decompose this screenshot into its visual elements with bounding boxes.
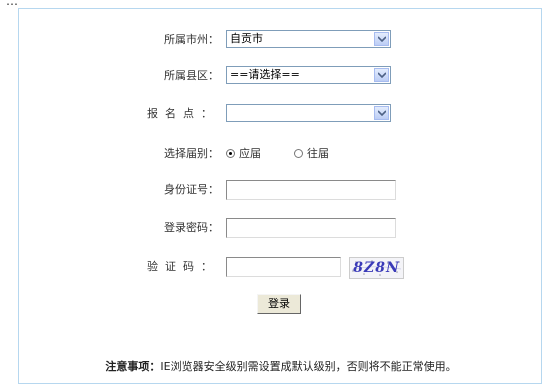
chevron-down-icon[interactable] xyxy=(374,68,389,82)
notice-label: 注意事项： xyxy=(105,360,161,373)
county-row: 所属县区： ==请选择== xyxy=(19,64,543,88)
radio-checked-icon[interactable] xyxy=(226,149,235,158)
password-row: 登录密码： xyxy=(19,216,543,240)
captcha-row: 验证码： 8Z8N xyxy=(19,255,543,279)
login-panel: 所属市州： 自贡市 所属县区： ==请选择== 报名点： 选择届别： 应届 往届… xyxy=(18,8,542,384)
chevron-down-icon[interactable] xyxy=(374,106,389,120)
notice-text: IE浏览器安全级别需设置成默认级别，否则将不能正常使用。 xyxy=(160,360,457,373)
notice: 注意事项：IE浏览器安全级别需设置成默认级别，否则将不能正常使用。 xyxy=(19,358,543,374)
id-number-label: 身份证号： xyxy=(164,183,219,196)
header-cut-text: … xyxy=(6,0,18,8)
id-number-row: 身份证号： xyxy=(19,178,543,202)
exam-site-select[interactable] xyxy=(226,104,391,122)
city-select-value: 自贡市 xyxy=(230,32,263,45)
exam-site-label: 报名点： xyxy=(147,107,219,120)
id-number-input[interactable] xyxy=(226,180,396,200)
exam-site-row: 报名点： xyxy=(19,102,543,126)
radio-unchecked-icon[interactable] xyxy=(294,149,303,158)
county-label: 所属县区： xyxy=(164,69,219,82)
session-option-label: 往届 xyxy=(307,147,329,160)
session-option-label: 应届 xyxy=(239,147,261,160)
top-cut-header: … xyxy=(0,0,551,8)
captcha-code: 8Z8N xyxy=(353,260,400,276)
session-row: 选择届别： 应届 往届 xyxy=(19,142,543,166)
login-button[interactable]: 登录 xyxy=(257,294,301,314)
county-select[interactable]: ==请选择== xyxy=(226,66,391,84)
captcha-label: 验证码： xyxy=(147,260,219,273)
captcha-input[interactable] xyxy=(226,257,341,277)
captcha-image[interactable]: 8Z8N xyxy=(349,257,404,279)
chevron-down-icon[interactable] xyxy=(374,32,389,46)
password-label: 登录密码： xyxy=(164,221,219,234)
city-select[interactable]: 自贡市 xyxy=(226,30,391,48)
city-label: 所属市州： xyxy=(164,33,219,46)
password-input[interactable] xyxy=(226,218,396,238)
session-label: 选择届别： xyxy=(164,147,219,160)
city-row: 所属市州： 自贡市 xyxy=(19,28,543,52)
county-select-value: ==请选择== xyxy=(230,68,300,81)
